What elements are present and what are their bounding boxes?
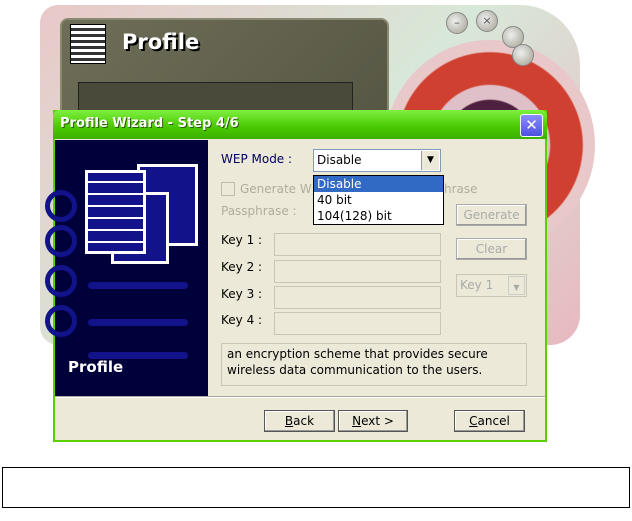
- wep-option-disable[interactable]: Disable: [314, 176, 443, 192]
- key-3-input[interactable]: [274, 286, 441, 309]
- app-knob[interactable]: [512, 44, 534, 66]
- dialog-close-button[interactable]: ✕: [520, 114, 543, 137]
- back-button[interactable]: Back: [264, 410, 335, 432]
- passphrase-label: Passphrase :: [221, 204, 297, 218]
- generate-key-label-end: hrase: [444, 182, 478, 196]
- decor-ring: [45, 190, 77, 222]
- key-4-label: Key 4 :: [221, 313, 263, 327]
- description-box: an encryption scheme that provides secur…: [221, 343, 527, 386]
- document-icon: [85, 170, 146, 254]
- wep-mode-label: WEP Mode :: [221, 152, 293, 166]
- key-1-input[interactable]: [274, 233, 441, 256]
- wep-mode-value: Disable: [317, 153, 362, 167]
- decor-ring: [45, 225, 77, 257]
- cancel-mnemonic: C: [469, 414, 478, 428]
- default-key-select[interactable]: Key 1 ▼: [456, 274, 527, 297]
- caption-box: [2, 467, 630, 508]
- decor-bar: [88, 319, 188, 326]
- decor-ring: [45, 265, 77, 297]
- dialog-title: Profile Wizard - Step 4/6: [60, 116, 239, 131]
- back-mnemonic: B: [284, 414, 294, 428]
- wep-option-40bit[interactable]: 40 bit: [314, 192, 443, 208]
- minimize-icon[interactable]: –: [446, 12, 468, 34]
- wep-option-104bit[interactable]: 104(128) bit: [314, 208, 443, 224]
- wep-mode-select[interactable]: Disable ▼: [313, 149, 441, 172]
- cancel-button[interactable]: Cancel: [454, 410, 525, 432]
- decor-ring: [45, 305, 77, 337]
- separator: [55, 396, 545, 398]
- decor-bar: [88, 282, 188, 289]
- clear-button[interactable]: Clear: [456, 238, 527, 260]
- key-3-label: Key 3 :: [221, 287, 263, 301]
- default-key-value: Key 1: [460, 278, 494, 292]
- key-2-label: Key 2 :: [221, 260, 263, 274]
- key-1-label: Key 1 :: [221, 233, 263, 247]
- generate-key-checkbox[interactable]: [221, 182, 235, 196]
- back-label: ack: [293, 414, 315, 428]
- generate-button[interactable]: Generate: [456, 204, 527, 226]
- profile-icon: [70, 24, 106, 64]
- key-2-input[interactable]: [274, 260, 441, 283]
- key-4-input[interactable]: [274, 312, 441, 335]
- next-label: ext >: [361, 414, 394, 428]
- cancel-label: ancel: [477, 414, 510, 428]
- wep-mode-dropdown-list: Disable 40 bit 104(128) bit: [313, 175, 444, 225]
- close-icon[interactable]: ×: [476, 10, 498, 32]
- chevron-down-icon[interactable]: ▼: [421, 151, 439, 170]
- chevron-down-icon: ▼: [508, 276, 525, 295]
- side-label: Profile: [68, 358, 124, 376]
- generate-key-label: Generate W: [240, 182, 312, 196]
- next-button[interactable]: Next >: [338, 410, 408, 432]
- app-title: Profile: [122, 30, 200, 54]
- next-mnemonic: N: [352, 414, 362, 428]
